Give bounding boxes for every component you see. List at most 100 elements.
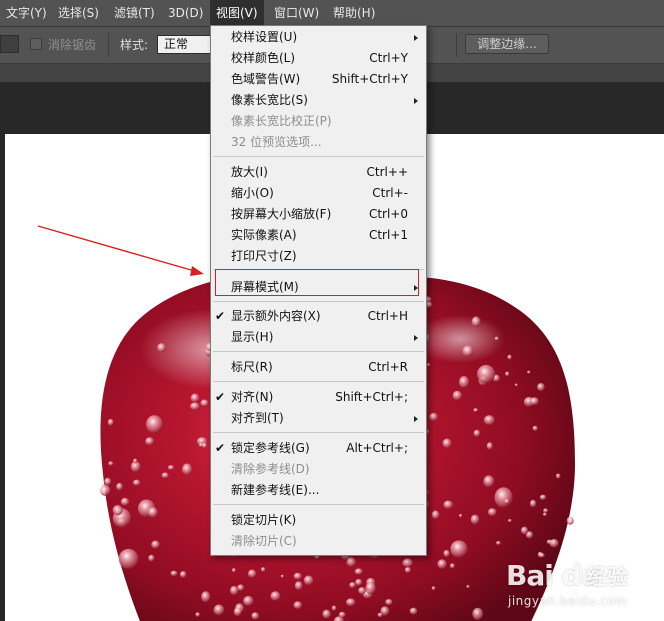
water-droplet <box>237 584 245 591</box>
menu-item-label: 对齐(N) <box>231 390 274 404</box>
water-droplet <box>450 563 455 569</box>
menu-item-shortcut: Ctrl+R <box>368 360 408 374</box>
submenu-arrow-icon <box>414 416 418 422</box>
menu-item-shortcut: Shift+Ctrl+; <box>335 390 408 404</box>
water-droplet <box>404 567 411 573</box>
water-droplet <box>247 569 257 578</box>
water-droplet <box>505 371 510 377</box>
water-droplet <box>146 415 163 434</box>
menu-item-label: 像素长宽比校正(P) <box>231 114 332 128</box>
menu-item-actual-pixels[interactable]: 实际像素(A) Ctrl+1 <box>211 225 426 246</box>
water-droplet <box>261 567 266 572</box>
menu-item-lock-guides[interactable]: ✔ 锁定参考线(G) Alt+Ctrl+; <box>211 438 426 459</box>
water-droplet <box>529 499 537 508</box>
checkmark-icon: ✔ <box>215 390 226 404</box>
water-droplet <box>243 595 254 606</box>
menu-item-show[interactable]: 显示(H) <box>211 327 426 348</box>
menu-item-snap[interactable]: ✔ 对齐(N) Shift+Ctrl+; <box>211 387 426 408</box>
menu-item-label: 屏幕模式(M) <box>231 280 299 294</box>
menu-item-gamut-warning[interactable]: 色域警告(W) Shift+Ctrl+Y <box>211 69 426 90</box>
menu-item-label: 校样颜色(L) <box>231 51 296 65</box>
water-droplet <box>426 363 431 367</box>
water-droplet <box>437 559 447 569</box>
menu-item-label: 校样设置(U) <box>231 30 298 44</box>
water-droplet <box>358 587 366 595</box>
menu-item-screen-mode[interactable]: 屏幕模式(M) <box>211 277 426 298</box>
water-droplet <box>496 541 501 545</box>
water-droplet <box>182 463 193 476</box>
water-droplet <box>132 479 141 486</box>
menu-item-rulers[interactable]: 标尺(R) Ctrl+R <box>211 357 426 378</box>
water-droplet <box>543 508 549 513</box>
checkmark-icon: ✔ <box>215 309 226 323</box>
menu-item-label: 按屏幕大小缩放(F) <box>231 207 332 221</box>
water-droplet <box>431 586 436 591</box>
menu-filter[interactable]: 滤镜(T) <box>108 0 161 26</box>
water-droplet <box>179 571 187 578</box>
anti-alias-label: 消除锯齿 <box>48 38 97 52</box>
menu-item-new-guide[interactable]: 新建参考线(E)... <box>211 480 426 501</box>
menu-item-fit-on-screen[interactable]: 按屏幕大小缩放(F) Ctrl+0 <box>211 204 426 225</box>
water-droplet <box>494 336 499 341</box>
water-droplet <box>322 609 331 619</box>
menu-item-snap-to[interactable]: 对齐到(T) <box>211 408 426 429</box>
menu-item-lock-slices[interactable]: 锁定切片(K) <box>211 510 426 531</box>
water-droplet <box>133 458 138 464</box>
menu-item-proof-colors[interactable]: 校样颜色(L) Ctrl+Y <box>211 48 426 69</box>
water-droplet <box>161 472 169 479</box>
menu-type[interactable]: 文字(Y) <box>0 0 53 26</box>
water-droplet <box>539 494 547 500</box>
view-menu-dropdown: 校样设置(U) 校样颜色(L) Ctrl+Y 色域警告(W) Shift+Ctr… <box>210 25 427 556</box>
menu-item-label: 显示(H) <box>231 330 274 344</box>
refine-edge-button[interactable]: 调整边缘... <box>465 34 549 54</box>
menu-separator <box>213 432 424 433</box>
water-droplet <box>470 514 480 525</box>
menu-item-zoom-out[interactable]: 缩小(O) Ctrl+- <box>211 183 426 204</box>
water-droplet <box>487 508 497 517</box>
menu-window[interactable]: 窗口(W) <box>268 0 325 26</box>
menu-item-proof-setup[interactable]: 校样设置(U) <box>211 27 426 48</box>
water-droplet <box>494 487 513 508</box>
menu-item-pixel-aspect-ratio[interactable]: 像素长宽比(S) <box>211 90 426 111</box>
water-droplet <box>167 465 175 471</box>
watermark-text: 经验 <box>586 565 628 589</box>
menu-item-label: 清除切片(C) <box>231 534 297 548</box>
water-droplet <box>213 604 225 616</box>
water-droplet <box>355 578 363 586</box>
water-droplet <box>459 513 463 518</box>
feather-input[interactable] <box>0 35 19 53</box>
water-droplet <box>527 370 531 374</box>
menu-item-zoom-in[interactable]: 放大(I) Ctrl++ <box>211 162 426 183</box>
water-droplet <box>148 554 155 562</box>
water-droplet <box>507 354 512 360</box>
water-droplet <box>293 572 302 580</box>
menu-item-show-extras[interactable]: ✔ 显示额外内容(X) Ctrl+H <box>211 306 426 327</box>
checkmark-icon: ✔ <box>215 441 226 455</box>
water-droplet <box>537 383 545 392</box>
style-select[interactable]: 正常 <box>157 35 213 54</box>
menu-item-print-size[interactable]: 打印尺寸(Z) <box>211 246 426 267</box>
water-droplet <box>466 585 470 589</box>
water-droplet <box>385 599 393 606</box>
water-droplet <box>195 612 200 617</box>
menu-select[interactable]: 选择(S) <box>52 0 105 26</box>
water-droplet <box>483 475 495 488</box>
menu-view[interactable]: 视图(V) <box>210 0 264 26</box>
water-droplet <box>462 345 474 357</box>
water-droplet <box>483 415 495 426</box>
menu-separator <box>213 504 424 505</box>
water-droplet <box>443 549 450 558</box>
options-divider <box>456 33 457 57</box>
menu-3d[interactable]: 3D(D) <box>162 0 209 26</box>
water-droplet <box>450 540 468 558</box>
water-droplet <box>108 461 114 466</box>
menu-item-label: 显示额外内容(X) <box>231 309 321 323</box>
menu-help[interactable]: 帮助(H) <box>327 0 381 26</box>
menu-item-label: 32 位预览选项... <box>231 135 322 149</box>
water-droplet <box>148 507 158 518</box>
water-droplet <box>409 607 418 615</box>
water-droplet <box>349 582 356 589</box>
water-droplet <box>116 482 123 491</box>
baidu-jingyan-watermark: Bai du 经验 jingyan.baidu.com <box>506 558 664 616</box>
anti-alias-checkbox[interactable] <box>30 38 42 50</box>
